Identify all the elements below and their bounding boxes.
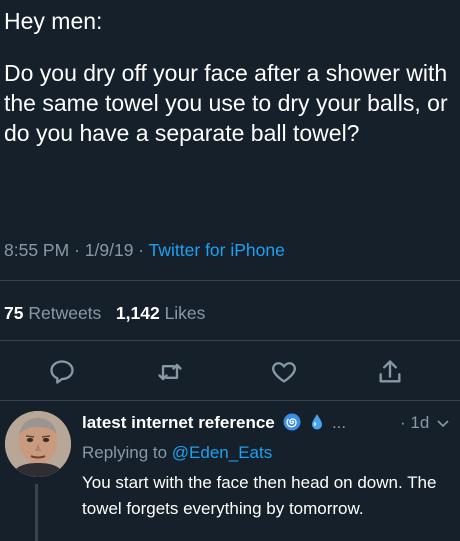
divider <box>0 280 460 281</box>
tweet-greeting: Hey men: <box>4 8 103 34</box>
share-icon <box>379 360 401 383</box>
reply-header: latest internet reference ... · 1d <box>82 413 460 437</box>
share-button[interactable] <box>376 358 404 386</box>
meta-separator: · <box>74 240 80 260</box>
tweet-text: Hey men: Do you dry off your face after … <box>4 6 452 148</box>
retweet-button[interactable] <box>156 358 184 386</box>
likes-stat[interactable]: 1,142 Likes <box>116 303 206 323</box>
avatar[interactable] <box>5 411 71 477</box>
chevron-down-icon[interactable] <box>436 416 450 436</box>
reply-timestamp[interactable]: · 1d <box>400 413 429 433</box>
tweet-stats: 75 Retweets 1,142 Likes <box>4 303 205 324</box>
retweets-count: 75 <box>4 303 24 323</box>
droplet-emoji-icon <box>310 413 324 436</box>
reply-display-name[interactable]: latest internet reference <box>82 413 275 432</box>
like-button[interactable] <box>270 358 298 386</box>
divider <box>0 400 460 401</box>
reply-text: You start with the face then head on dow… <box>82 473 437 518</box>
likes-count: 1,142 <box>115 303 160 323</box>
divider <box>0 340 460 341</box>
reply-button[interactable] <box>48 358 76 386</box>
tweet-date: 1/9/19 <box>84 240 134 260</box>
thread-line <box>35 484 38 541</box>
replying-handle-link[interactable]: @Eden_Eats <box>172 443 272 462</box>
tweet-body: Do you dry off your face after a shower … <box>4 60 448 146</box>
tweet-time: 8:55 PM <box>4 240 70 260</box>
tweet-meta: 8:55 PM · 1/9/19 · Twitter for iPhone <box>4 240 285 261</box>
reply-icon <box>50 360 74 384</box>
meta-separator: · <box>138 240 145 260</box>
heart-icon <box>272 362 296 383</box>
replying-to: Replying to @Eden_Eats <box>82 443 272 463</box>
tweet-source-link[interactable]: Twitter for iPhone <box>149 240 285 260</box>
likes-label: Likes <box>164 303 206 323</box>
tweet-actions <box>0 358 460 386</box>
name-ellipsis: ... <box>331 413 347 432</box>
retweets-label: Retweets <box>28 303 102 323</box>
retweet-icon <box>158 363 182 381</box>
retweets-stat[interactable]: 75 Retweets <box>4 303 101 323</box>
reply-tweet[interactable]: latest internet reference ... · 1d Reply… <box>0 402 460 541</box>
replying-prefix: Replying to <box>82 443 168 462</box>
avatar-photo <box>5 411 71 477</box>
spiral-emoji-icon <box>283 413 301 436</box>
